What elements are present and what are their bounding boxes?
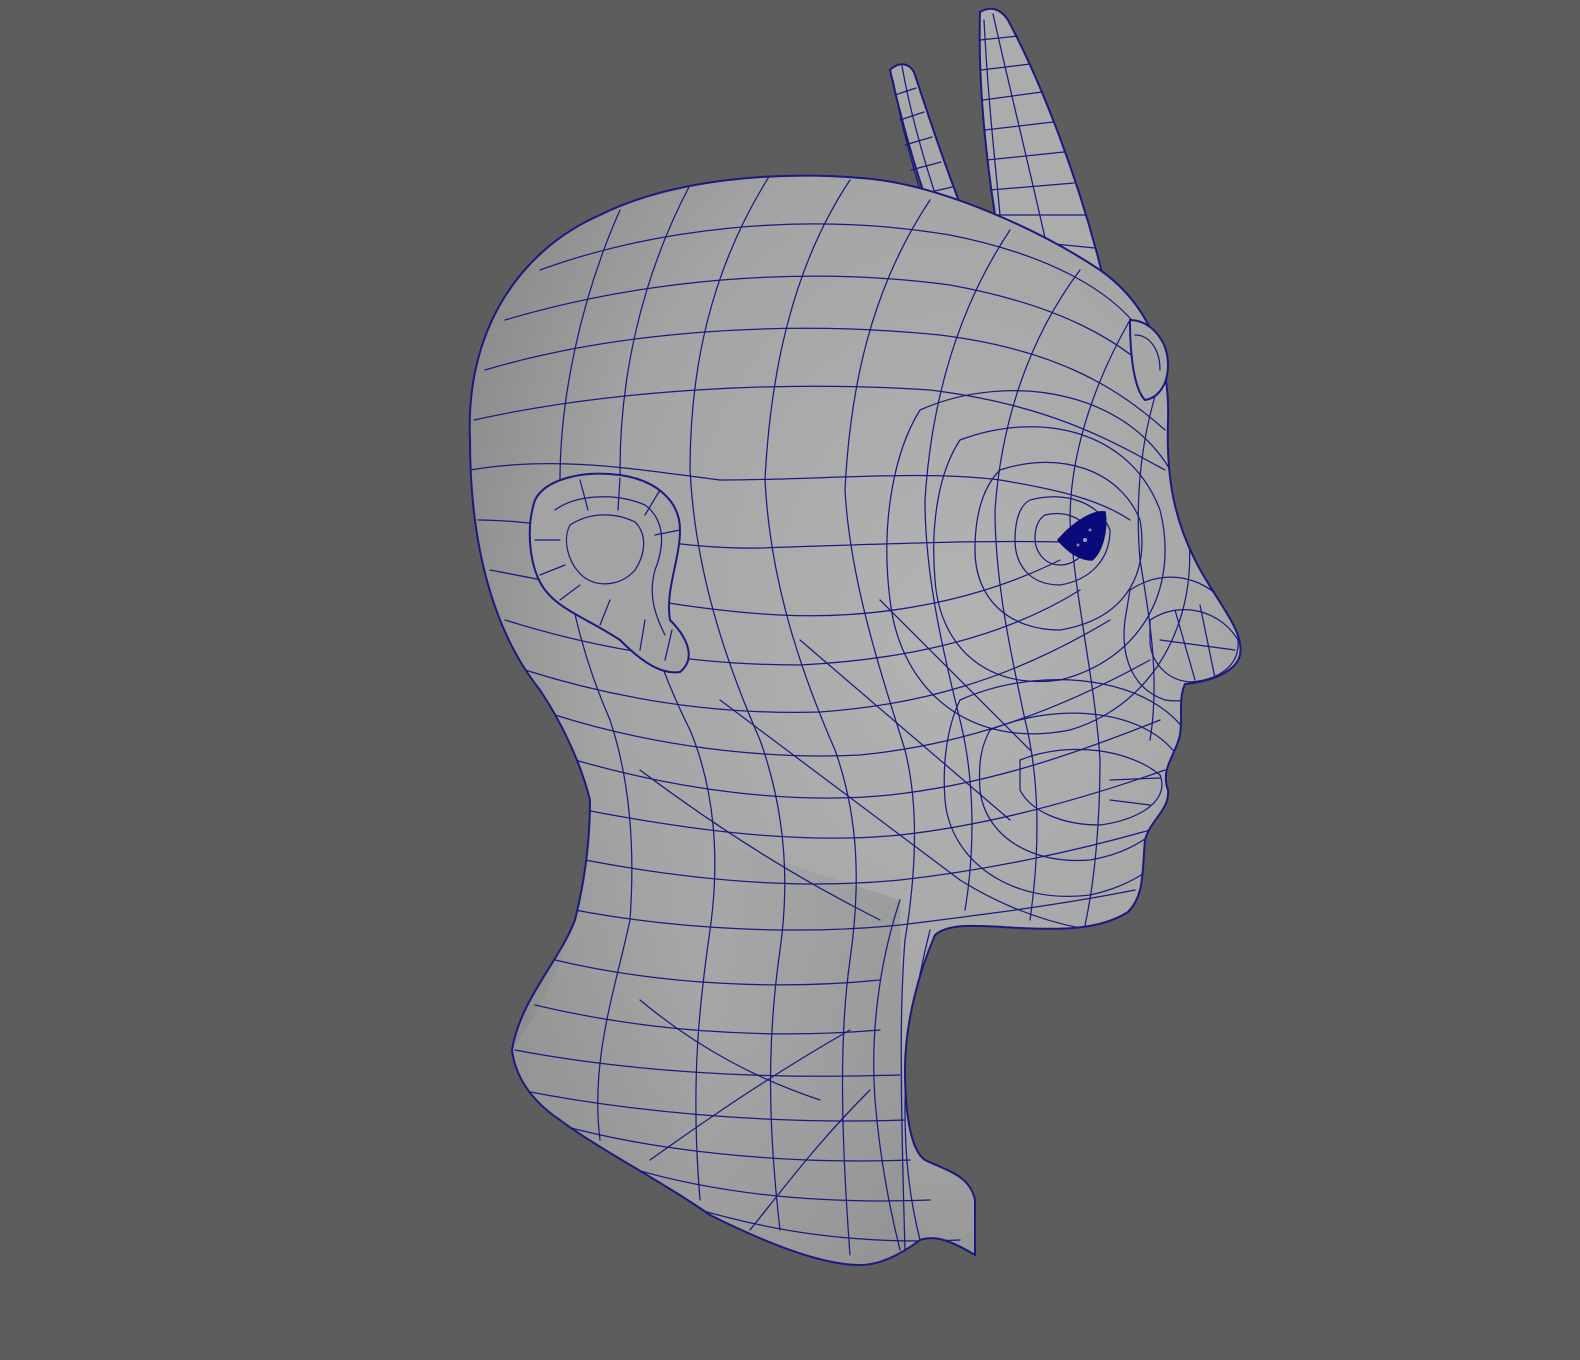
3d-viewport[interactable] [0, 0, 1580, 1360]
head-mesh[interactable] [468, 174, 1245, 1266]
viewport-canvas[interactable] [0, 0, 1580, 1360]
